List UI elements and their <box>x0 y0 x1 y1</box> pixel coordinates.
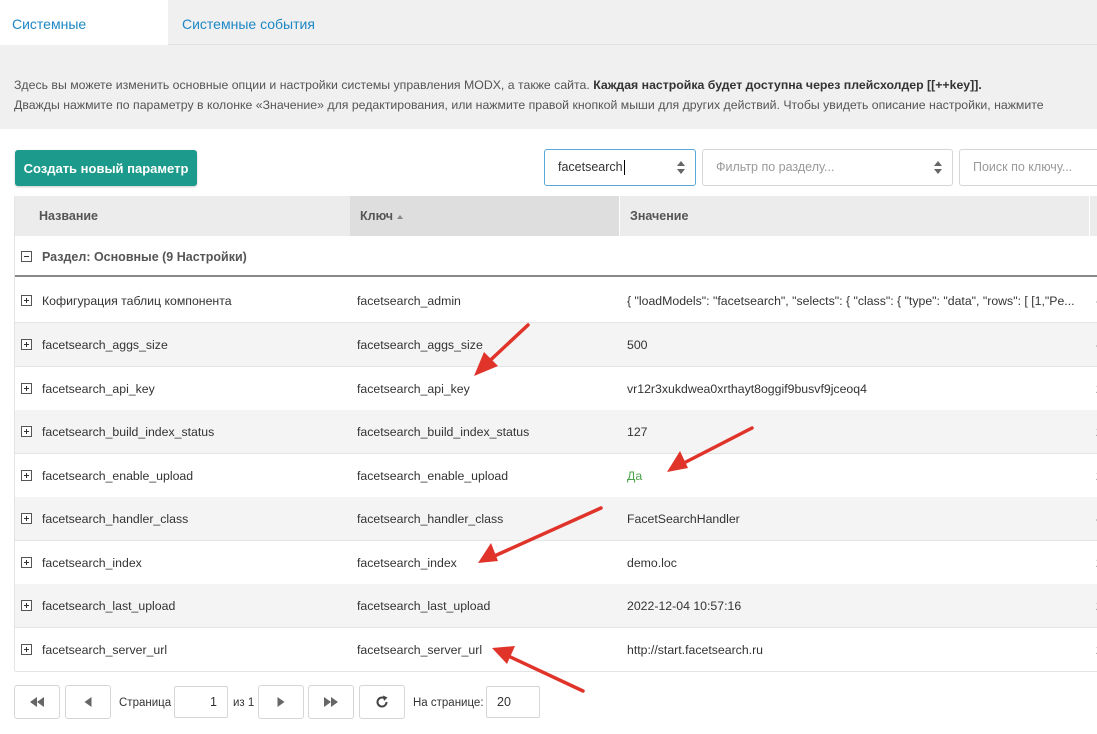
table-row[interactable]: facetsearch_aggs_size facetsearch_aggs_s… <box>15 323 1097 367</box>
expand-icon[interactable] <box>21 426 32 437</box>
expand-icon[interactable] <box>21 644 32 655</box>
row-value[interactable]: demo.loc <box>627 541 1085 585</box>
double-left-arrow-icon <box>30 697 44 707</box>
refresh-icon <box>376 695 388 708</box>
column-header-key-label: Ключ <box>360 209 394 223</box>
row-key: facetsearch_handler_class <box>357 512 504 526</box>
table-row[interactable]: facetsearch_api_key facetsearch_api_key … <box>15 367 1097 411</box>
tab-bar: Системные настройки Системные события <box>0 0 1097 80</box>
row-name: facetsearch_server_url <box>42 643 168 657</box>
last-page-button[interactable] <box>308 685 354 719</box>
grid-header: Название Ключ Значение I <box>15 196 1097 236</box>
prev-page-button[interactable] <box>65 685 111 719</box>
expand-icon[interactable] <box>21 470 32 481</box>
create-setting-button[interactable]: Создать новый параметр <box>15 150 197 186</box>
first-page-button[interactable] <box>14 685 60 719</box>
row-name: facetsearch_api_key <box>42 382 155 396</box>
text-caret <box>623 160 625 176</box>
key-search-placeholder: Поиск по ключу... <box>973 160 1073 174</box>
row-key: facetsearch_admin <box>357 294 461 308</box>
column-header-name-label: Название <box>39 209 99 223</box>
area-filter-combo[interactable]: Фильтр по разделу... <box>702 149 953 186</box>
group-label: Раздел: Основные (9 Настройки) <box>42 250 247 264</box>
row-value[interactable]: 2022-12-04 10:57:16 <box>627 584 1085 628</box>
description-line-1: Здесь вы можете изменить основные опции … <box>14 75 1083 95</box>
column-header-last[interactable]: I <box>1090 196 1097 236</box>
description-placeholder-hint: Каждая настройка будет доступна через пл… <box>593 78 982 92</box>
expand-icon[interactable] <box>21 557 32 568</box>
sort-asc-icon <box>397 214 404 219</box>
page-number-input[interactable]: 1 <box>174 686 228 718</box>
row-name: facetsearch_enable_upload <box>42 469 194 483</box>
table-row[interactable]: facetsearch_handler_class facetsearch_ha… <box>15 497 1097 541</box>
table-row[interactable]: facetsearch_enable_upload facetsearch_en… <box>15 454 1097 498</box>
row-value[interactable]: { "loadModels": "facetsearch", "selects"… <box>627 279 1085 323</box>
updown-arrows-icon[interactable] <box>934 161 942 175</box>
row-value[interactable]: http://start.facetsearch.ru <box>627 628 1085 672</box>
row-value[interactable]: vr12r3xukdwea0xrthayt8oggif9busvf9jceoq4 <box>627 367 1085 411</box>
row-value[interactable]: 127 <box>627 410 1085 454</box>
description-text: Здесь вы можете изменить основные опции … <box>14 78 594 92</box>
left-arrow-icon <box>84 697 92 707</box>
row-value[interactable]: FacetSearchHandler <box>627 497 1085 541</box>
row-key: facetsearch_build_index_status <box>357 425 530 439</box>
table-row[interactable]: facetsearch_build_index_status facetsear… <box>15 410 1097 454</box>
refresh-button[interactable] <box>359 685 405 719</box>
tab-system-settings[interactable]: Системные настройки <box>0 0 168 80</box>
column-header-value[interactable]: Значение <box>620 196 1090 236</box>
right-arrow-icon <box>277 697 285 707</box>
group-row-main[interactable]: Раздел: Основные (9 Настройки) <box>15 236 1097 277</box>
row-key: facetsearch_server_url <box>357 643 483 657</box>
column-header-value-label: Значение <box>630 209 689 223</box>
updown-arrows-icon[interactable] <box>677 161 685 175</box>
column-header-name[interactable]: Название <box>29 196 364 236</box>
tab-system-events[interactable]: Системные события <box>170 0 330 45</box>
row-name: facetsearch_index <box>42 556 142 570</box>
row-key: facetsearch_enable_upload <box>357 469 509 483</box>
expand-icon[interactable] <box>21 383 32 394</box>
row-name: Кофигурация таблиц компонента <box>42 294 232 308</box>
per-page-input[interactable]: 20 <box>486 686 540 718</box>
page-count-label: из 1 <box>233 697 255 709</box>
next-page-button[interactable] <box>258 685 304 719</box>
table-row[interactable]: facetsearch_last_upload facetsearch_last… <box>15 584 1097 628</box>
column-header-key[interactable]: Ключ <box>350 196 620 236</box>
row-name: facetsearch_last_upload <box>42 599 176 613</box>
page-label: Страница <box>119 697 172 709</box>
row-name: facetsearch_build_index_status <box>42 425 215 439</box>
settings-description: Здесь вы можете изменить основные опции … <box>0 45 1097 129</box>
namespace-filter-combo[interactable]: facetsearch <box>544 149 696 186</box>
row-name: facetsearch_handler_class <box>42 512 189 526</box>
expand-icon[interactable] <box>21 339 32 350</box>
row-key: facetsearch_index <box>357 556 457 570</box>
row-value[interactable]: Да <box>627 454 1085 498</box>
key-search-input[interactable]: Поиск по ключу... <box>959 149 1097 186</box>
row-name: facetsearch_aggs_size <box>42 338 168 352</box>
description-line-2: Дважды нажмите по параметру в колонке «З… <box>14 98 1044 112</box>
double-right-arrow-icon <box>324 697 338 707</box>
expand-icon[interactable] <box>21 513 32 524</box>
settings-grid: Название Ключ Значение I Раздел: Основны… <box>14 196 1097 672</box>
table-row[interactable]: Кофигурация таблиц компонента facetsearc… <box>15 279 1097 323</box>
table-row[interactable]: facetsearch_server_url facetsearch_serve… <box>15 628 1097 672</box>
row-key: facetsearch_last_upload <box>357 599 491 613</box>
row-key: facetsearch_api_key <box>357 382 470 396</box>
table-row[interactable]: facetsearch_index facetsearch_index demo… <box>15 541 1097 585</box>
area-filter-placeholder: Фильтр по разделу... <box>716 160 835 174</box>
per-page-label: На странице: <box>413 697 484 709</box>
row-value[interactable]: 500 <box>627 323 1085 367</box>
namespace-filter-value: facetsearch <box>558 160 623 174</box>
expand-icon[interactable] <box>21 600 32 611</box>
expand-icon[interactable] <box>21 295 32 306</box>
collapse-icon[interactable] <box>21 251 32 262</box>
row-key: facetsearch_aggs_size <box>357 338 483 352</box>
